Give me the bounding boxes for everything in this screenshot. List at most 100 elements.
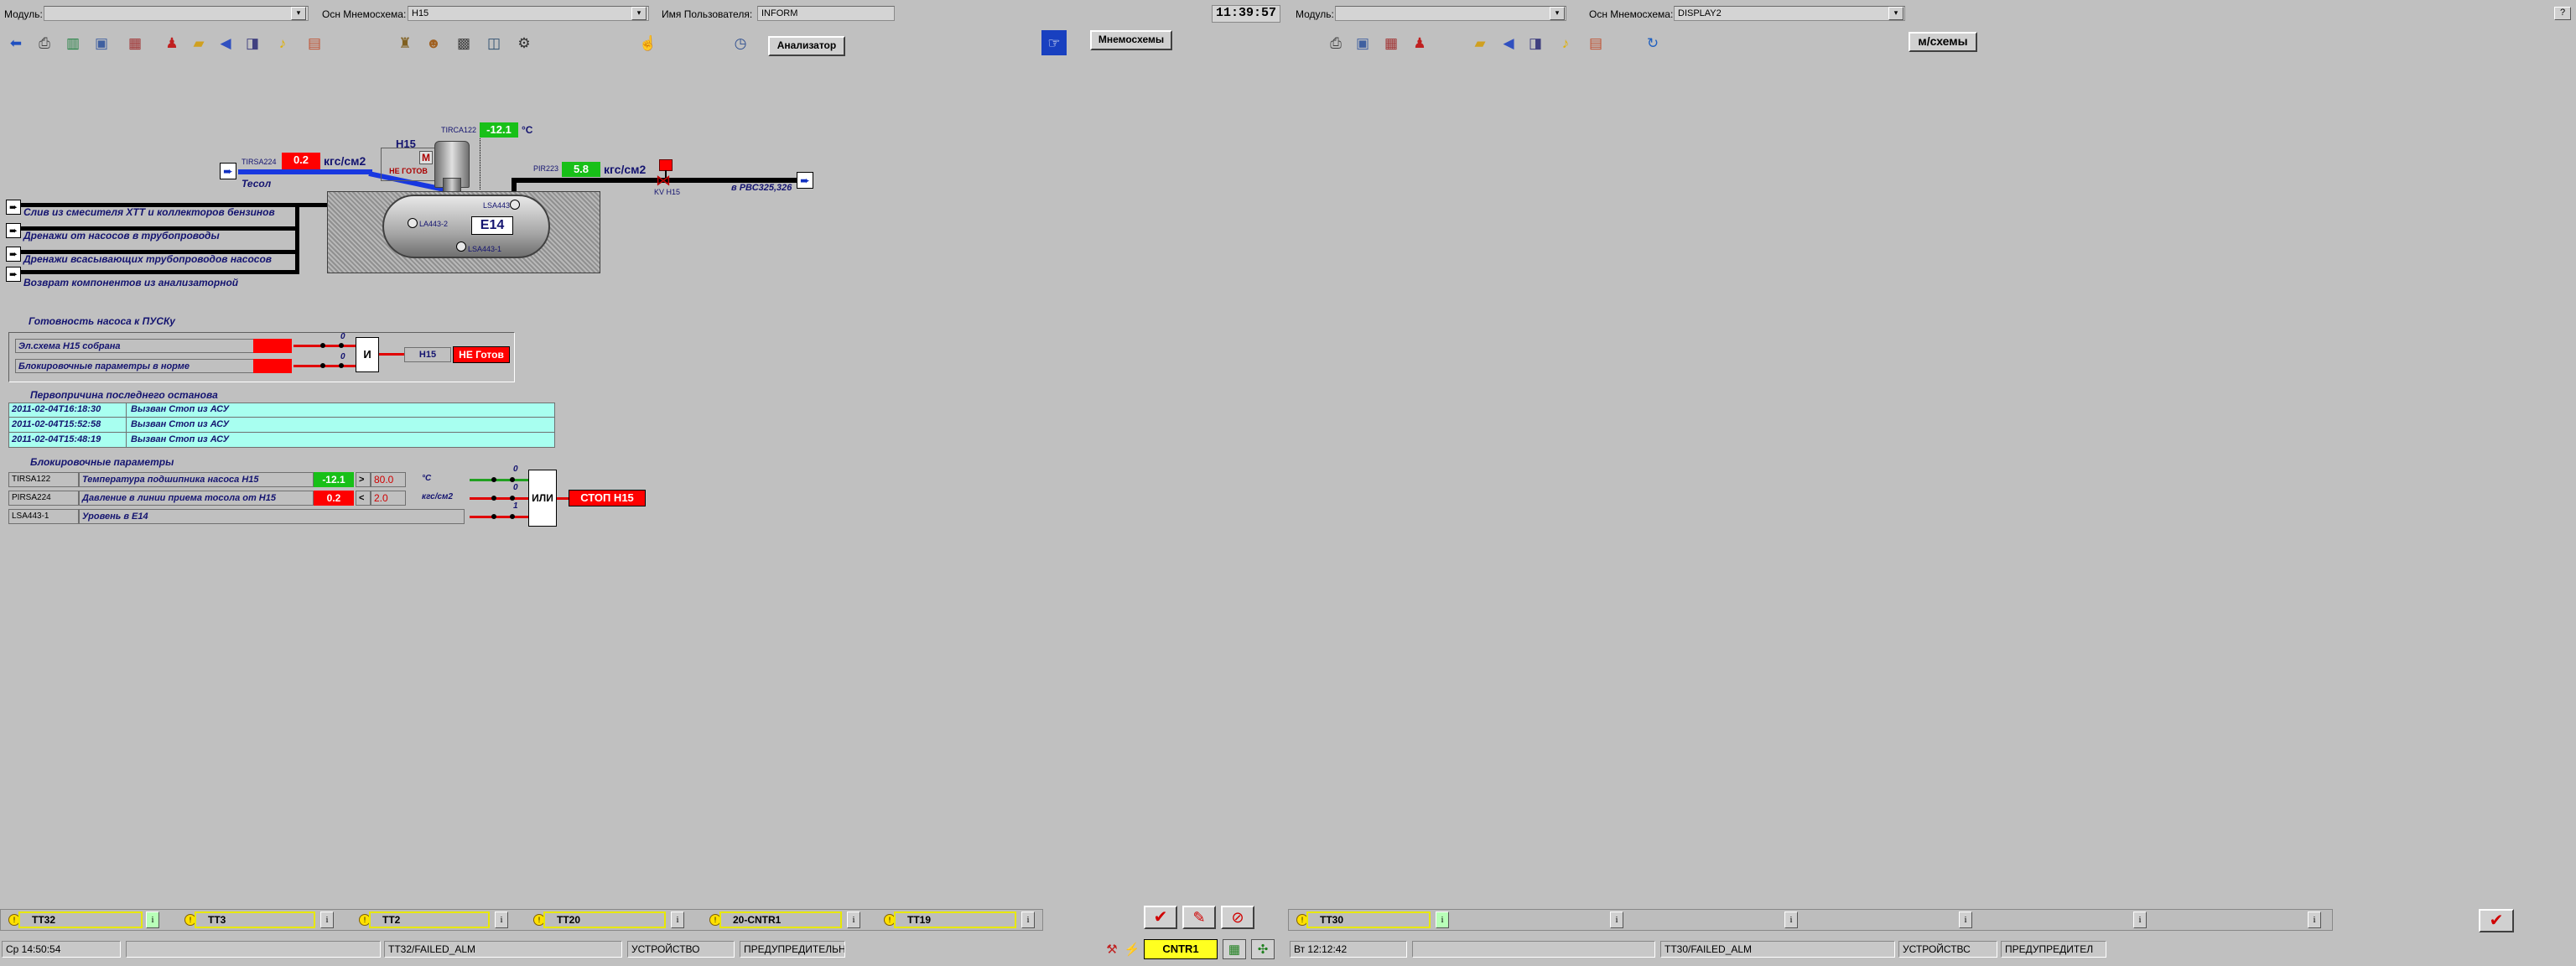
alarm-2-info[interactable]: i xyxy=(320,911,334,928)
tank-body[interactable] xyxy=(382,195,550,258)
ack-page-icon[interactable]: ✎ xyxy=(1182,906,1216,929)
readiness-row-1-indicator[interactable] xyxy=(253,339,292,353)
inlet-4-pipe xyxy=(20,270,299,274)
right-mnemo-select[interactable]: DISPLAY2 xyxy=(1674,6,1905,21)
interlock-1-value[interactable]: -12.1 xyxy=(314,472,354,487)
alarm-r4-info[interactable]: i xyxy=(1959,911,1972,928)
analyzer-button[interactable]: Анализатор xyxy=(768,36,845,56)
alarm-r5-info[interactable]: i xyxy=(2133,911,2147,928)
monitor-icon[interactable]: ▣ xyxy=(91,32,112,54)
pir-tag: PIR223 xyxy=(533,164,559,173)
alarm-5[interactable]: 20-CNTR1 xyxy=(719,911,842,928)
alarm-6-info[interactable]: i xyxy=(1021,911,1035,928)
left-mnemo-dropdown-icon[interactable]: ▾ xyxy=(631,7,647,20)
tir-unit: кгс/см2 xyxy=(324,154,366,168)
cause-divider-1 xyxy=(8,417,555,418)
chart-icon[interactable]: ◨ xyxy=(242,32,263,54)
alarm-r1[interactable]: TT30 xyxy=(1306,911,1431,928)
valve-body-icon[interactable]: ⋈ xyxy=(656,173,671,188)
ack-silence-icon[interactable]: ⊘ xyxy=(1221,906,1254,929)
interlock-line-3 xyxy=(470,516,528,518)
right-monitor-icon[interactable]: ▣ xyxy=(1352,32,1374,54)
right-bell-icon[interactable]: ♪ xyxy=(1555,32,1576,54)
cause-msg-3: Вызван Стоп из АСУ xyxy=(131,434,230,444)
pointer-icon[interactable]: ☝ xyxy=(637,32,659,54)
interlock-dot-4 xyxy=(510,496,515,501)
right-mnemo-dropdown-icon[interactable]: ▾ xyxy=(1888,7,1903,20)
left-module-select[interactable] xyxy=(44,6,309,21)
stop-output: СТОП H15 xyxy=(569,490,646,506)
alarm-4[interactable]: TT20 xyxy=(543,911,666,928)
cause-time-3: 2011-02-04T15:48:19 xyxy=(12,434,101,444)
right-ack-check-icon[interactable]: ✔ xyxy=(2479,909,2514,932)
alarm-5-info[interactable]: i xyxy=(847,911,860,928)
table-icon[interactable]: ▤ xyxy=(304,32,325,54)
right-chart-icon[interactable]: ◨ xyxy=(1524,32,1546,54)
level-sensor-2-icon xyxy=(408,218,418,228)
right-module-label: Модуль: xyxy=(1296,8,1334,20)
pump-name: H15 xyxy=(396,138,416,150)
trend-icon[interactable]: ▥ xyxy=(62,32,84,54)
bell-icon[interactable]: ♪ xyxy=(272,32,293,54)
cause-msg-2: Вызван Стоп из АСУ xyxy=(131,419,230,429)
alarm-3-info[interactable]: i xyxy=(495,911,508,928)
back-icon[interactable]: ⬅ xyxy=(5,32,27,54)
status-device-left: УСТРОЙСТВО xyxy=(627,941,735,958)
interlock-dot-1 xyxy=(491,477,496,482)
window-icon[interactable]: ◫ xyxy=(483,32,505,54)
alarm-r3-info[interactable]: i xyxy=(1784,911,1798,928)
left-mnemo-select[interactable]: H15 xyxy=(408,6,649,21)
pir-value[interactable]: 5.8 xyxy=(562,162,600,177)
alarm-r6-info[interactable]: i xyxy=(2308,911,2321,928)
first-cause-title: Первопричина последнего останова xyxy=(30,389,218,401)
alarm-3[interactable]: TT2 xyxy=(369,911,490,928)
folder-icon[interactable]: ▰ xyxy=(188,32,210,54)
left-module-dropdown-icon[interactable]: ▾ xyxy=(291,7,306,20)
picture-icon[interactable]: ▩ xyxy=(453,32,475,54)
readiness-row-2-indicator[interactable] xyxy=(253,359,292,373)
arrow-left-icon[interactable]: ◀ xyxy=(215,32,236,54)
right-module-select[interactable] xyxy=(1335,6,1566,21)
alarm-1-info[interactable]: i xyxy=(146,911,159,928)
right-arrow-left-icon[interactable]: ◀ xyxy=(1498,32,1519,54)
group-icon[interactable]: ▦ xyxy=(124,32,146,54)
ack-check-icon[interactable]: ✔ xyxy=(1144,906,1177,929)
settings-icon[interactable]: ⚙ xyxy=(513,32,535,54)
right-table-icon[interactable]: ▤ xyxy=(1585,32,1607,54)
status-tool-icon[interactable]: ⚒ xyxy=(1102,939,1122,959)
mschemes-button[interactable]: м/схемы xyxy=(1909,32,1977,52)
right-folder-icon[interactable]: ▰ xyxy=(1469,32,1491,54)
alarm-r2-info[interactable]: i xyxy=(1610,911,1623,928)
help-button[interactable]: ? xyxy=(2554,7,2571,20)
right-refresh-icon[interactable]: ↻ xyxy=(1642,32,1664,54)
alarm-2[interactable]: TT3 xyxy=(195,911,315,928)
alarm-6[interactable]: TT19 xyxy=(894,911,1016,928)
right-module-dropdown-icon[interactable]: ▾ xyxy=(1550,7,1565,20)
cause-time-2: 2011-02-04T15:52:58 xyxy=(12,419,101,429)
outlet-dest: в РВС325,326 xyxy=(731,183,792,193)
alarm-4-info[interactable]: i xyxy=(671,911,684,928)
alarm-r1-info[interactable]: i xyxy=(1436,911,1449,928)
persons-icon[interactable]: ☻ xyxy=(423,32,444,54)
temp-value[interactable]: -12.1 xyxy=(480,122,518,138)
users-icon[interactable]: ♟ xyxy=(161,32,183,54)
inlet-1-arrow-icon: ➨ xyxy=(6,200,21,215)
pump-mode[interactable]: М xyxy=(419,151,433,164)
status-network-icon[interactable]: ▦ xyxy=(1223,939,1246,959)
status-expand-icon[interactable]: ✣ xyxy=(1251,939,1275,959)
pump-icon[interactable]: ♜ xyxy=(394,32,416,54)
right-group-icon[interactable]: ▦ xyxy=(1380,32,1402,54)
valve-actuator[interactable] xyxy=(659,159,673,171)
interlock-2-value[interactable]: 0.2 xyxy=(314,491,354,506)
alarm-1[interactable]: TT32 xyxy=(18,911,143,928)
cntr-indicator[interactable]: CNTR1 xyxy=(1144,939,1218,959)
tir-value[interactable]: 0.2 xyxy=(282,153,320,169)
print-icon[interactable]: ⎙ xyxy=(34,32,55,54)
status-plug-icon[interactable]: ⚡ xyxy=(1122,939,1142,959)
right-print-icon[interactable]: ⎙ xyxy=(1325,32,1347,54)
right-users-icon[interactable]: ♟ xyxy=(1409,32,1431,54)
mnemoschemes-button[interactable]: Мнемосхемы xyxy=(1090,30,1172,50)
clock-icon[interactable]: ◷ xyxy=(730,32,751,54)
readiness-status: НЕ Готов xyxy=(453,346,510,363)
hand-icon[interactable]: ☞ xyxy=(1041,30,1067,55)
